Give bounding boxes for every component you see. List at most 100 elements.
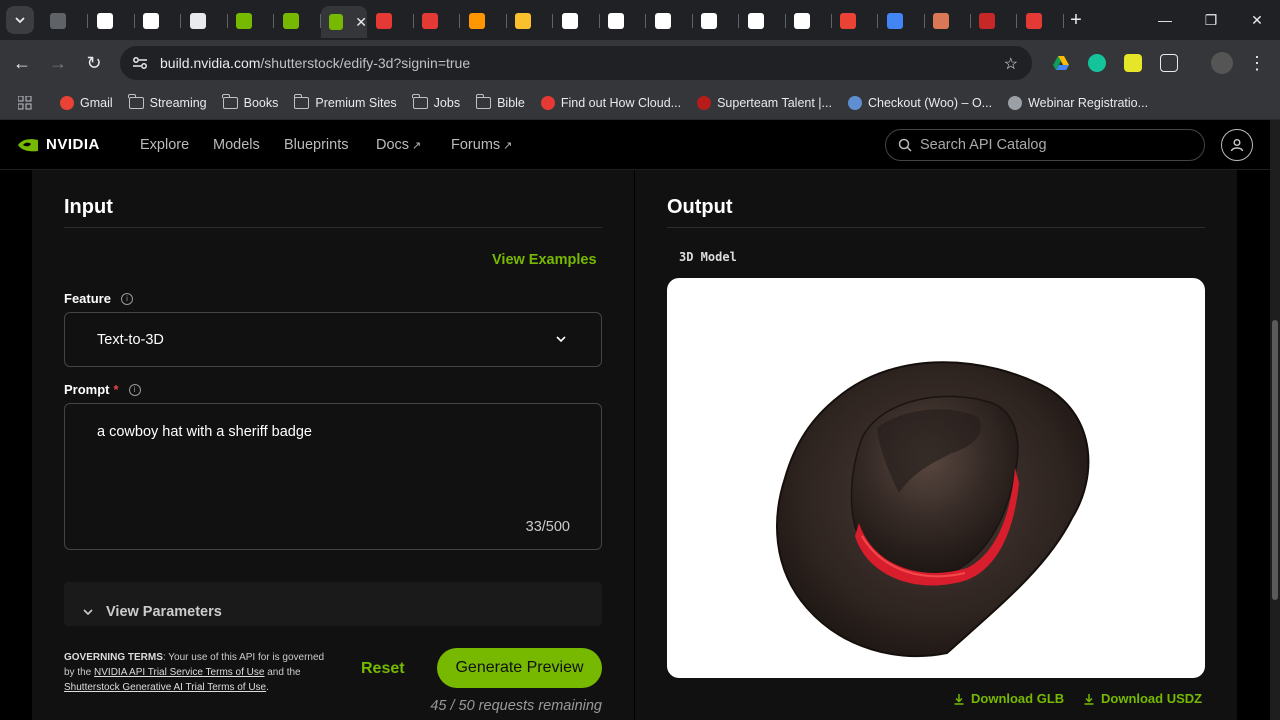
browser-tab[interactable] xyxy=(832,8,878,34)
requests-remaining: 45 / 50 requests remaining xyxy=(430,698,602,714)
nvidia-page: NVIDIA Explore Models Blueprints Docs ↗ F… xyxy=(0,120,1280,720)
bookmark-item[interactable]: Checkout (Woo) – O... xyxy=(840,89,1000,117)
external-link-icon: ↗ xyxy=(503,140,513,152)
bookmark-item[interactable]: Books xyxy=(215,89,287,117)
tab-separator xyxy=(1063,14,1064,28)
browser-tab[interactable] xyxy=(182,8,228,34)
view-parameters-label: View Parameters xyxy=(106,604,222,620)
google-drive-icon[interactable] xyxy=(1052,54,1070,72)
nav-models[interactable]: Models xyxy=(213,137,260,153)
nvidia-eye-icon xyxy=(18,138,38,151)
browser-tab[interactable] xyxy=(228,8,274,34)
browser-tab[interactable] xyxy=(507,8,553,34)
download-usdz-button[interactable]: Download USDZ xyxy=(1083,691,1202,706)
browser-tab[interactable] xyxy=(600,8,646,34)
bookmark-label: Jobs xyxy=(433,95,461,110)
nvidia-terms-link[interactable]: NVIDIA API Trial Service Terms of Use xyxy=(94,667,264,678)
minimize-button[interactable]: — xyxy=(1142,0,1188,40)
browser-tab[interactable] xyxy=(414,8,460,34)
browser-tab[interactable] xyxy=(89,8,135,34)
extensions-puzzle-icon[interactable] xyxy=(1160,54,1178,72)
nav-explore[interactable]: Explore xyxy=(140,137,189,153)
input-title: Input xyxy=(64,196,113,218)
close-window-button[interactable]: ✕ xyxy=(1234,0,1280,40)
forward-button[interactable]: → xyxy=(45,50,71,76)
bookmark-item[interactable]: Bible xyxy=(468,89,533,117)
feature-select[interactable]: Text-to-3D xyxy=(64,312,602,367)
page-scrollbar[interactable] xyxy=(1270,120,1280,720)
nvidia-logo[interactable]: NVIDIA xyxy=(16,136,100,153)
browser-tab[interactable] xyxy=(971,8,1017,34)
grammarly-icon[interactable] xyxy=(1088,54,1106,72)
browser-tab[interactable] xyxy=(786,8,832,34)
tab-search-button[interactable] xyxy=(6,6,34,34)
bookmark-label: Bible xyxy=(497,95,525,110)
download-glb-button[interactable]: Download GLB xyxy=(953,691,1064,706)
generate-preview-button[interactable]: Generate Preview xyxy=(437,648,602,688)
checkout-icon xyxy=(847,95,862,110)
browser-tab[interactable] xyxy=(42,8,88,34)
back-button[interactable]: ← xyxy=(9,50,35,76)
3d-model-viewer[interactable] xyxy=(667,278,1205,678)
prompt-textarea[interactable]: a cowboy hat with a sheriff badge 33/500 xyxy=(64,403,602,550)
apps-grid-icon[interactable] xyxy=(0,89,52,117)
reset-button[interactable]: Reset xyxy=(361,660,405,678)
browser-tab[interactable] xyxy=(135,8,181,34)
download-icon xyxy=(1084,693,1094,705)
bookmark-item[interactable]: Gmail xyxy=(52,89,121,117)
account-button[interactable] xyxy=(1221,129,1253,161)
gmail-icon xyxy=(840,13,856,29)
tab-separator xyxy=(87,14,88,28)
terms-text-3: . xyxy=(266,682,269,693)
view-examples-link[interactable]: View Examples xyxy=(492,252,597,268)
info-icon[interactable]: i xyxy=(128,383,141,396)
globe-icon xyxy=(1008,95,1023,110)
browser-tab[interactable] xyxy=(879,8,925,34)
bookmark-item[interactable]: Find out How Cloud... xyxy=(533,89,689,117)
browser-tab[interactable]: ✕ xyxy=(321,6,367,38)
browser-menu-icon[interactable]: ⋮ xyxy=(1244,50,1270,76)
openai-icon xyxy=(748,13,764,29)
extension-star-icon[interactable] xyxy=(1124,54,1142,72)
prompt-char-counter: 33/500 xyxy=(525,519,570,535)
nav-forums-label: Forums xyxy=(451,137,501,153)
tab-separator xyxy=(877,14,878,28)
browser-tab[interactable] xyxy=(740,8,786,34)
bookmark-label: Premium Sites xyxy=(315,95,397,110)
address-bar[interactable]: build.nvidia.com/shutterstock/edify-3d?s… xyxy=(120,46,1032,80)
bookmark-label: Webinar Registratio... xyxy=(1028,95,1149,110)
folder-icon xyxy=(475,93,492,109)
browser-tab[interactable] xyxy=(275,8,321,34)
scrollbar-thumb[interactable] xyxy=(1272,320,1278,600)
catalog-search-input[interactable]: Search API Catalog xyxy=(885,129,1205,161)
restore-button[interactable]: ❐ xyxy=(1188,0,1234,40)
browser-tab[interactable] xyxy=(554,8,600,34)
triangle-icon xyxy=(97,13,113,29)
arc-icon xyxy=(979,13,995,29)
browser-tab[interactable] xyxy=(693,8,739,34)
new-tab-button[interactable]: + xyxy=(1066,10,1086,30)
reload-button[interactable]: ↻ xyxy=(81,50,107,76)
bookmark-item[interactable]: Streaming xyxy=(121,89,215,117)
browser-tab[interactable] xyxy=(1018,8,1064,34)
bookmark-star-icon[interactable]: ☆ xyxy=(1004,54,1018,74)
bookmark-item[interactable]: Webinar Registratio... xyxy=(1000,89,1156,117)
info-icon[interactable]: i xyxy=(120,292,133,305)
nav-blueprints[interactable]: Blueprints xyxy=(284,137,348,153)
bookmark-item[interactable]: Superteam Talent |... xyxy=(689,89,840,117)
browser-tab[interactable] xyxy=(368,8,414,34)
bookmark-item[interactable]: Jobs xyxy=(405,89,468,117)
shutterstock-terms-link[interactable]: Shutterstock Generative AI Trial Terms o… xyxy=(64,682,266,693)
browser-tab[interactable] xyxy=(647,8,693,34)
view-parameters-toggle[interactable]: View Parameters xyxy=(64,582,602,626)
site-info-icon[interactable] xyxy=(124,56,156,70)
nav-forums[interactable]: Forums ↗ xyxy=(451,137,512,153)
browser-tab[interactable] xyxy=(925,8,971,34)
profile-avatar[interactable] xyxy=(1211,52,1233,74)
nav-docs[interactable]: Docs ↗ xyxy=(376,137,421,153)
chevron-down-icon xyxy=(556,336,566,343)
bookmark-item[interactable]: Premium Sites xyxy=(286,89,404,117)
close-tab-icon[interactable]: ✕ xyxy=(355,14,367,31)
browser-tab[interactable] xyxy=(461,8,507,34)
model-label: 3D Model xyxy=(679,250,737,264)
